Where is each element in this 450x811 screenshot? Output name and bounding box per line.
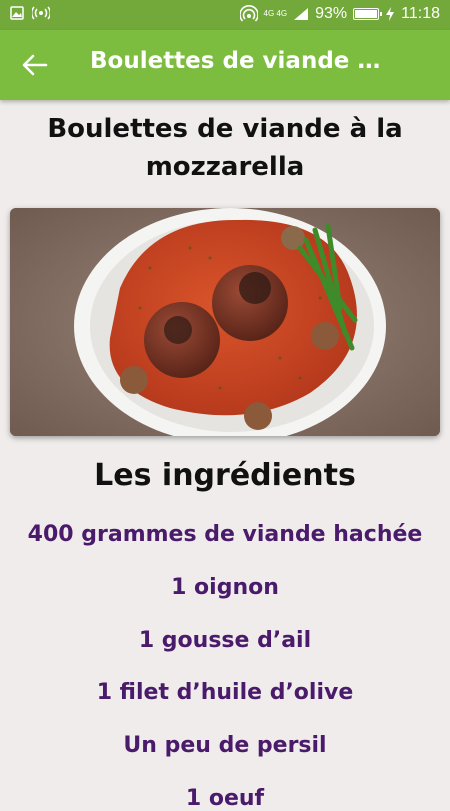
ingredient-item: 1 oeuf	[185, 786, 265, 811]
dish-image	[10, 208, 440, 436]
ingredient-item: Un peu de persil	[123, 733, 327, 758]
hotspot-icon	[239, 5, 258, 22]
signal-icon	[294, 8, 309, 20]
image-notification-icon	[10, 6, 24, 20]
battery-icon	[353, 8, 383, 20]
ingredient-item: 1 gousse d’ail	[138, 628, 312, 653]
ingredient-item: 400 grammes de viande hachée	[27, 522, 423, 547]
clock: 11:18	[401, 5, 440, 22]
ingredient-item: 1 oignon	[171, 575, 279, 600]
charging-icon	[386, 7, 395, 21]
recipe-title: Boulettes de viande à la mozzarella	[47, 114, 403, 182]
network-type: 4G 4G	[263, 9, 288, 18]
app-bar: Boulettes de viande à la ...	[0, 30, 450, 100]
battery-percent: 93%	[315, 5, 348, 22]
ingredient-item: 1 filet d’huile d’olive	[96, 680, 354, 705]
back-arrow-icon[interactable]	[20, 50, 50, 80]
status-bar: 4G 4G 93% 11:18	[0, 0, 450, 30]
broadcast-icon	[32, 6, 50, 20]
app-bar-title: Boulettes de viande à la ...	[90, 48, 390, 74]
ingredients-heading: Les ingrédients	[94, 458, 356, 493]
